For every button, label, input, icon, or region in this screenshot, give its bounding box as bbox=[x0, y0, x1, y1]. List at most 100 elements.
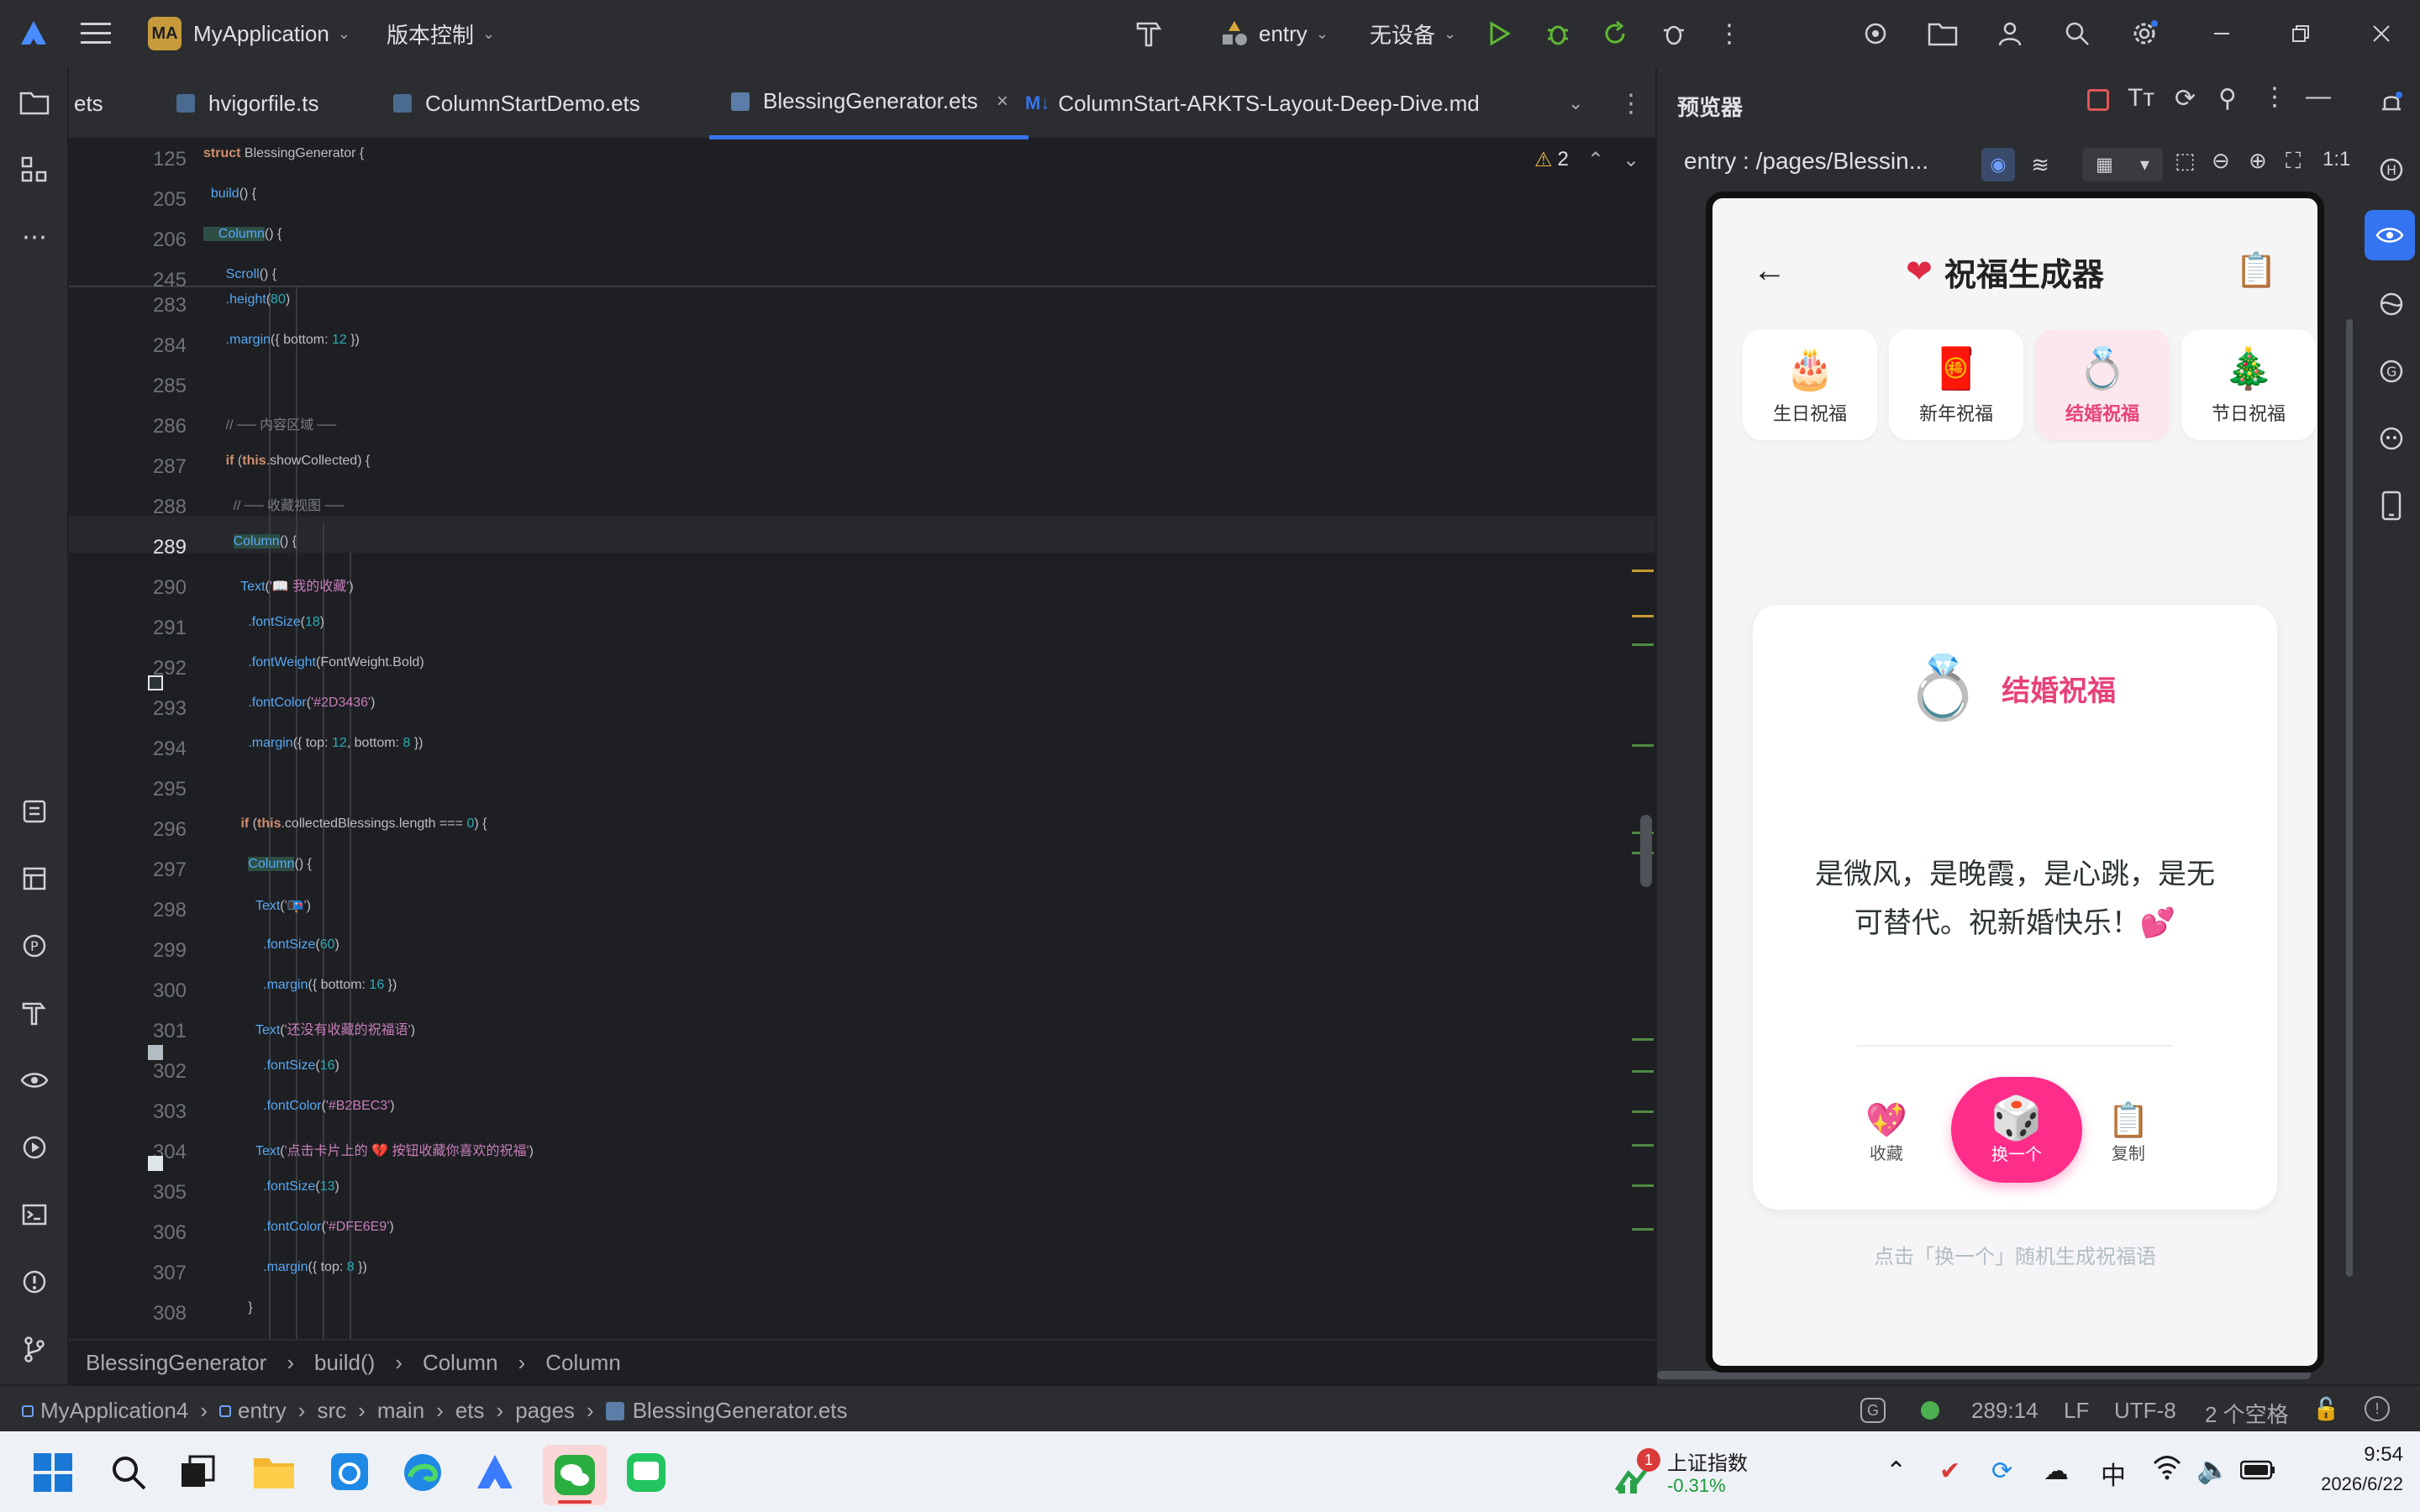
path-item[interactable]: src bbox=[317, 1398, 346, 1424]
path-item[interactable]: entry bbox=[238, 1398, 287, 1424]
tab-markdown[interactable]: M↓ ColumnStart-ARKTS-Layout-Deep-Dive.md bbox=[1025, 67, 1480, 139]
lock-icon[interactable]: 🔓 bbox=[2312, 1396, 2339, 1422]
hmos-icon[interactable]: H bbox=[2371, 150, 2412, 190]
code-line[interactable]: // ── 内容区域 ── bbox=[203, 413, 337, 433]
debug-icon[interactable] bbox=[1541, 17, 1575, 50]
account-icon[interactable] bbox=[1993, 17, 2027, 50]
device-manager-icon[interactable] bbox=[2371, 486, 2412, 526]
collect-button[interactable]: 💖 收藏 bbox=[1865, 1100, 1907, 1164]
sticky-code-line[interactable]: build() { bbox=[203, 186, 256, 202]
module-selector[interactable]: entry ⌄ bbox=[1220, 0, 1328, 67]
code-line[interactable]: .fontColor('#2D3436') bbox=[203, 696, 375, 711]
input-method[interactable]: 中 bbox=[2101, 1455, 2126, 1492]
sticky-code-line[interactable]: struct BlessingGenerator { bbox=[203, 146, 364, 161]
breadcrumb-item[interactable]: Column bbox=[423, 1350, 498, 1376]
stop-icon[interactable] bbox=[2087, 89, 2109, 111]
category-new-year[interactable]: 🧧 新年祝福 bbox=[1889, 329, 2023, 440]
panel-minimize-icon[interactable]: — bbox=[2306, 82, 2331, 111]
main-menu-icon[interactable] bbox=[81, 0, 111, 67]
gradle-icon[interactable]: G bbox=[2371, 351, 2412, 391]
project-selector[interactable]: MA MyApplication ⌄ bbox=[148, 0, 350, 67]
deveco-taskbar-icon[interactable] bbox=[474, 1452, 516, 1498]
code-line[interactable]: .margin({ bottom: 16 }) bbox=[203, 978, 397, 993]
zoom-out-icon[interactable]: ⊖ bbox=[2212, 148, 2230, 174]
code-line[interactable]: .fontSize(13) bbox=[203, 1179, 339, 1194]
code-line[interactable]: Text('📭') bbox=[203, 897, 311, 914]
preview-scrollbar[interactable] bbox=[2346, 319, 2353, 1277]
file-encoding[interactable]: UTF-8 bbox=[2114, 1398, 2176, 1424]
code-line[interactable]: Text('📖 我的收藏') bbox=[203, 575, 353, 595]
network-icon[interactable] bbox=[2371, 284, 2412, 324]
folder-icon[interactable] bbox=[1926, 17, 1960, 50]
info-icon[interactable]: ! bbox=[2365, 1396, 2390, 1421]
code-line[interactable]: .fontColor('#B2BEC3') bbox=[203, 1099, 394, 1114]
color-swatch-2d3436[interactable] bbox=[148, 675, 163, 690]
close-icon[interactable] bbox=[2365, 17, 2398, 50]
settings-gear-icon[interactable] bbox=[2128, 17, 2161, 50]
code-line[interactable]: // ── 收藏视图 ── bbox=[203, 494, 345, 514]
app-store-icon[interactable] bbox=[329, 1452, 370, 1496]
clipboard-icon[interactable]: 📋 bbox=[2235, 250, 2277, 290]
attach-debugger-icon[interactable] bbox=[1657, 17, 1691, 50]
code-line[interactable]: .fontSize(18) bbox=[203, 615, 324, 630]
chat-app-icon[interactable] bbox=[625, 1452, 667, 1498]
actual-size-icon[interactable]: 1:1 bbox=[2323, 148, 2350, 171]
refresh-icon[interactable]: ⟳ bbox=[2175, 84, 2196, 113]
copy-button[interactable]: 📋 复制 bbox=[2107, 1100, 2149, 1164]
device-selector[interactable]: 无设备 ⌄ bbox=[1370, 0, 1456, 67]
vcs-menu[interactable]: 版本控制 ⌄ bbox=[387, 0, 495, 67]
category-birthday[interactable]: 🎂 生日祝福 bbox=[1743, 329, 1877, 440]
stock-widget[interactable]: 1 bbox=[1613, 1448, 1660, 1499]
path-item[interactable]: BlessingGenerator.ets bbox=[633, 1398, 848, 1424]
code-line[interactable]: if (this.collectedBlessings.length === 0… bbox=[203, 816, 487, 832]
crop-icon[interactable]: ⬚ bbox=[2175, 148, 2196, 174]
tab-hvigorfile[interactable]: hvigorfile.ts bbox=[175, 67, 319, 139]
status-ok-indicator[interactable] bbox=[1921, 1401, 1939, 1420]
start-windows-icon[interactable] bbox=[34, 1453, 72, 1496]
inspect-eye-icon[interactable] bbox=[14, 1060, 55, 1100]
code-line[interactable]: .margin({ top: 8 }) bbox=[203, 1260, 367, 1275]
target-icon[interactable] bbox=[1859, 17, 1892, 50]
volume-icon[interactable]: 🔈 bbox=[2196, 1453, 2230, 1485]
tab-ets[interactable]: ets bbox=[74, 67, 103, 139]
project-folder-icon[interactable] bbox=[14, 82, 55, 123]
code-line[interactable]: Column() { bbox=[203, 857, 312, 872]
tab-columnstartdemo[interactable]: ColumnStartDemo.ets bbox=[392, 67, 640, 139]
code-line[interactable]: Column() { bbox=[203, 534, 297, 549]
run-services-icon[interactable] bbox=[14, 1127, 55, 1168]
more-vertical-icon[interactable]: ⋮ bbox=[1712, 17, 1746, 50]
code-line[interactable]: .margin({ top: 12, bottom: 8 }) bbox=[203, 736, 423, 751]
code-line[interactable]: .margin({ bottom: 12 }) bbox=[203, 333, 360, 348]
color-swatch-b2bec3[interactable] bbox=[148, 1045, 163, 1060]
problems-icon[interactable] bbox=[14, 1262, 55, 1302]
code-line[interactable]: .fontColor('#DFE6E9') bbox=[203, 1220, 394, 1235]
tray-app-icon[interactable]: ✔ bbox=[1939, 1457, 1960, 1486]
restore-icon[interactable] bbox=[2284, 17, 2317, 50]
codegenie-icon[interactable]: G bbox=[1860, 1398, 1886, 1423]
pin-icon[interactable]: ⚲ bbox=[2218, 84, 2237, 113]
zoom-in-icon[interactable]: ⊕ bbox=[2249, 148, 2267, 174]
wechat-taskbar-active[interactable] bbox=[543, 1445, 607, 1505]
device-preview-screen[interactable]: ← ❤ 祝福生成器 📋 🎂 生日祝福 🧧 新年祝福 💍 结婚祝福 🎄 节日祝福 … bbox=[1706, 192, 2324, 1373]
back-arrow-icon[interactable]: ← bbox=[1753, 252, 1786, 290]
profiler-icon[interactable]: P bbox=[14, 926, 55, 966]
editor-scrollbar-thumb[interactable] bbox=[1640, 815, 1652, 887]
terminal-icon[interactable] bbox=[14, 1194, 55, 1235]
ai-assistant-icon[interactable] bbox=[2371, 418, 2412, 459]
panel-more-icon[interactable]: ⋮ bbox=[2262, 82, 2287, 112]
font-size-icon[interactable]: Tт bbox=[2128, 84, 2154, 113]
code-line[interactable]: if (this.showCollected) { bbox=[203, 454, 371, 469]
tray-expand-icon[interactable]: ⌃ bbox=[1886, 1457, 1907, 1486]
code-line[interactable]: .height(80) bbox=[203, 292, 291, 307]
code-line[interactable]: Text('点击卡片上的 💔 按钮收藏你喜欢的祝福') bbox=[203, 1139, 534, 1159]
inspector-toggle-icon[interactable]: ◉ bbox=[1981, 148, 2015, 181]
file-explorer-icon[interactable] bbox=[252, 1452, 296, 1496]
reload-icon[interactable] bbox=[1598, 17, 1632, 50]
code-line[interactable]: .fontSize(60) bbox=[203, 937, 339, 953]
taskbar-search-icon[interactable] bbox=[109, 1453, 148, 1496]
previewer-eye-icon[interactable] bbox=[2365, 210, 2415, 260]
breadcrumb-item[interactable]: BlessingGenerator bbox=[86, 1350, 266, 1376]
chevron-up-icon[interactable]: ⌃ bbox=[1587, 148, 1604, 172]
category-holiday[interactable]: 🎄 节日祝福 bbox=[2181, 329, 2316, 440]
hammer-icon[interactable] bbox=[1133, 17, 1166, 50]
